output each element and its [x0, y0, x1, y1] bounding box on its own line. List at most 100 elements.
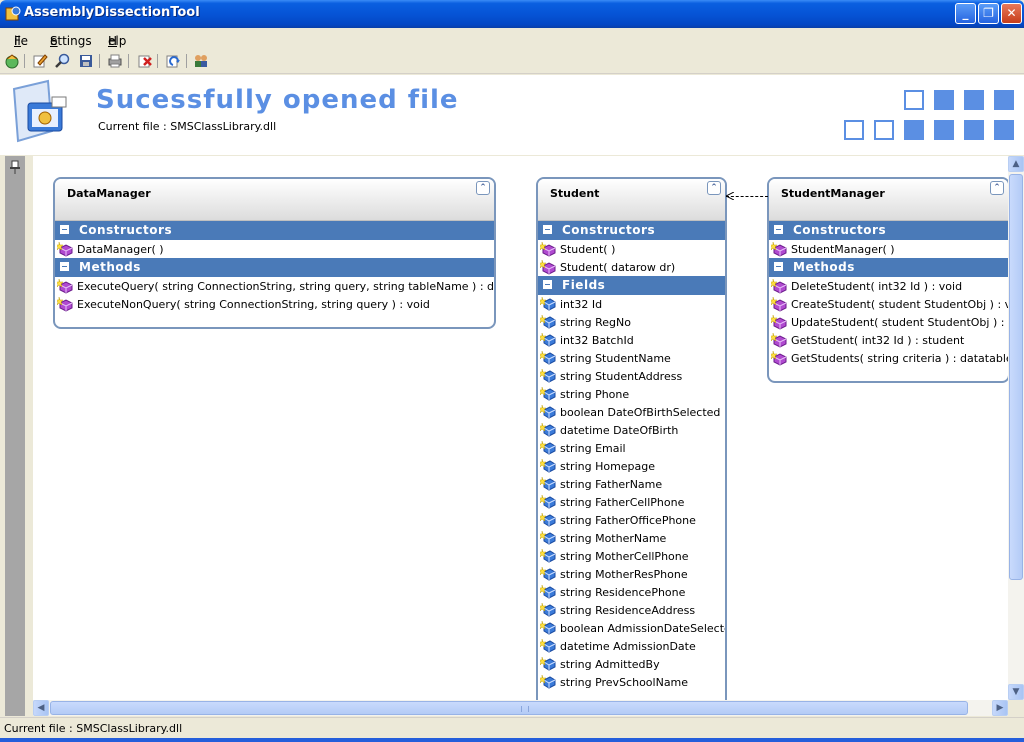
- field-icon: [540, 656, 556, 671]
- field-icon: [540, 494, 556, 509]
- member-row[interactable]: boolean DateOfBirthSelected: [538, 403, 725, 421]
- member-row[interactable]: string RegNo: [538, 313, 725, 331]
- menu-bar: File Settings Help: [0, 28, 1024, 48]
- save-icon[interactable]: [78, 53, 94, 69]
- collapse-icon[interactable]: ⌃: [990, 181, 1004, 195]
- member-row[interactable]: string FatherOfficePhone: [538, 511, 725, 529]
- member-row[interactable]: Student( datarow dr): [538, 258, 725, 276]
- member-row[interactable]: datetime DateOfBirth: [538, 421, 725, 439]
- member-row[interactable]: string Phone: [538, 385, 725, 403]
- field-icon: [540, 566, 556, 581]
- member-row[interactable]: GetStudents( string criteria ) : datatab…: [769, 349, 1008, 367]
- edit-icon[interactable]: [32, 53, 48, 69]
- class-box-datamanager[interactable]: DataManager ⌃ Constructors DataManager( …: [53, 177, 496, 329]
- maximize-button[interactable]: ❐: [978, 3, 999, 24]
- method-icon: [771, 350, 787, 366]
- horizontal-scroll-thumb[interactable]: [50, 701, 968, 715]
- collapse-section-icon[interactable]: [543, 225, 552, 234]
- minimize-button[interactable]: _: [955, 3, 976, 24]
- member-text: CreateStudent( student StudentObj ) : vo…: [791, 298, 1008, 311]
- decorative-square: [964, 90, 984, 110]
- member-row[interactable]: int32 BatchId: [538, 331, 725, 349]
- decorative-square: [934, 90, 954, 110]
- class-box-studentmanager[interactable]: StudentManager ⌃ Constructors StudentMan…: [767, 177, 1008, 383]
- fields-list: int32 Id string RegNo int32 BatchId string …: [538, 295, 725, 691]
- open-globe-icon[interactable]: [4, 53, 20, 69]
- member-row[interactable]: boolean AdmissionDateSelected: [538, 619, 725, 637]
- scroll-down-button[interactable]: ▼: [1008, 684, 1024, 700]
- member-row[interactable]: string MotherCellPhone: [538, 547, 725, 565]
- member-row[interactable]: ExecuteQuery( string ConnectionString, s…: [55, 277, 494, 295]
- member-row[interactable]: Student( ): [538, 240, 725, 258]
- methods-section-header[interactable]: Methods: [55, 258, 494, 277]
- vertical-scroll-thumb[interactable]: [1009, 174, 1023, 580]
- scroll-up-button[interactable]: ▲: [1008, 156, 1024, 172]
- member-row[interactable]: DataManager( ): [55, 240, 494, 258]
- member-row[interactable]: UpdateStudent( student StudentObj ) : vo…: [769, 313, 1008, 331]
- title-bar[interactable]: AssemblyDissectionTool _ ❐ ✕: [0, 0, 1024, 28]
- collapse-section-icon[interactable]: [774, 262, 783, 271]
- collapse-section-icon[interactable]: [60, 262, 69, 271]
- constructors-section-header[interactable]: Constructors: [538, 221, 725, 240]
- member-text: string MotherCellPhone: [560, 550, 689, 563]
- member-row[interactable]: string Email: [538, 439, 725, 457]
- member-text: GetStudents( string criteria ) : datatab…: [791, 352, 1008, 365]
- constructors-section-header[interactable]: Constructors: [55, 221, 494, 240]
- member-row[interactable]: int32 Id: [538, 295, 725, 313]
- member-row[interactable]: datetime AdmissionDate: [538, 637, 725, 655]
- side-panel-strip[interactable]: [5, 156, 25, 716]
- vertical-scrollbar[interactable]: ▲ ▼: [1008, 156, 1024, 700]
- fields-section-header[interactable]: Fields: [538, 276, 725, 295]
- constructors-section-header[interactable]: Constructors: [769, 221, 1008, 240]
- decorative-square: [964, 120, 984, 140]
- taskbar-edge: [0, 738, 1024, 742]
- horizontal-scrollbar[interactable]: ◀ ▶: [33, 700, 1008, 716]
- member-text: ExecuteQuery( string ConnectionString, s…: [77, 280, 496, 293]
- collapse-section-icon[interactable]: [543, 280, 552, 289]
- methods-section-header[interactable]: Methods: [769, 258, 1008, 277]
- toolbar-separator: [186, 54, 187, 68]
- clear-icon[interactable]: [137, 53, 153, 69]
- method-icon: [771, 278, 787, 294]
- member-row[interactable]: DeleteStudent( int32 Id ) : void: [769, 277, 1008, 295]
- collapse-icon[interactable]: ⌃: [707, 181, 721, 195]
- app-window: AssemblyDissectionTool _ ❐ ✕ File Settin…: [0, 0, 1024, 742]
- member-text: boolean AdmissionDateSelected: [560, 622, 727, 635]
- toolbar: [0, 48, 1024, 74]
- member-row[interactable]: string MotherName: [538, 529, 725, 547]
- member-text: boolean DateOfBirthSelected: [560, 406, 721, 419]
- member-row[interactable]: GetStudent( int32 Id ) : student: [769, 331, 1008, 349]
- collapse-section-icon[interactable]: [60, 225, 69, 234]
- scroll-left-button[interactable]: ◀: [33, 700, 49, 716]
- member-row[interactable]: ExecuteNonQuery( string ConnectionString…: [55, 295, 494, 313]
- scroll-right-button[interactable]: ▶: [992, 700, 1008, 716]
- member-text: string PrevSchoolName: [560, 676, 689, 689]
- member-row[interactable]: string PrevSchoolName: [538, 673, 725, 691]
- member-row[interactable]: CreateStudent( student StudentObj ) : vo…: [769, 295, 1008, 313]
- section-label: Constructors: [79, 223, 173, 237]
- member-row[interactable]: string StudentName: [538, 349, 725, 367]
- member-row[interactable]: string Homepage: [538, 457, 725, 475]
- pin-icon[interactable]: [9, 160, 21, 174]
- class-diagram-canvas[interactable]: DataManager ⌃ Constructors DataManager( …: [33, 156, 1008, 700]
- print-icon[interactable]: [107, 53, 123, 69]
- member-text: string StudentName: [560, 352, 671, 365]
- member-row[interactable]: string ResidenceAddress: [538, 601, 725, 619]
- collapse-section-icon[interactable]: [774, 225, 783, 234]
- member-row[interactable]: string FatherCellPhone: [538, 493, 725, 511]
- refresh-icon[interactable]: [165, 53, 181, 69]
- member-row[interactable]: StudentManager( ): [769, 240, 1008, 258]
- close-button[interactable]: ✕: [1001, 3, 1022, 24]
- search-icon[interactable]: [55, 53, 71, 69]
- member-row[interactable]: string StudentAddress: [538, 367, 725, 385]
- collapse-icon[interactable]: ⌃: [476, 181, 490, 195]
- method-icon: [771, 332, 787, 348]
- member-row[interactable]: string AdmittedBy: [538, 655, 725, 673]
- member-row[interactable]: string ResidencePhone: [538, 583, 725, 601]
- member-row[interactable]: string MotherResPhone: [538, 565, 725, 583]
- field-icon: [540, 422, 556, 437]
- member-row[interactable]: string FatherName: [538, 475, 725, 493]
- field-icon: [540, 314, 556, 329]
- users-icon[interactable]: [193, 53, 209, 69]
- class-box-student[interactable]: Student ⌃ Constructors Student( ) Student…: [536, 177, 727, 700]
